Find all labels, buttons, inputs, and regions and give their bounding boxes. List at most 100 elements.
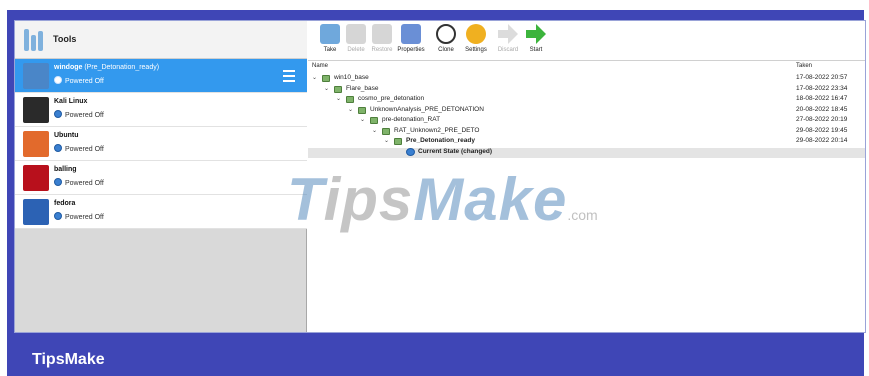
chevron-down-icon[interactable]: ⌄ — [372, 127, 377, 134]
toolbar-button-label: Properties — [397, 47, 425, 53]
snapshot-toolbar: Take Delete Restore Properties Clone Settings… — [308, 21, 865, 61]
vm-item[interactable]: windoge (Pre_Detonation_ready) Powered Of… — [15, 59, 307, 93]
discard-icon — [498, 24, 518, 44]
vm-menu-icon[interactable] — [283, 70, 295, 82]
vm-item[interactable]: Ubuntu Powered Off — [15, 127, 307, 161]
powered-off-icon — [54, 178, 62, 186]
vm-state: Powered Off — [65, 214, 104, 221]
snapshot-name: Flare_base — [346, 84, 379, 92]
start-button[interactable]: Start — [518, 24, 554, 53]
vm-state-line: Powered Off — [54, 76, 104, 85]
delete-snapshot-icon — [346, 24, 366, 44]
snapshot-row[interactable]: ⌄ win10_base 17-08-2022 20:57 — [308, 74, 865, 84]
snapshot-row[interactable]: ⌄ UnknownAnalysis_PRE_DETONATION 20-08-202… — [308, 105, 865, 116]
vm-item[interactable]: fedora Powered Off — [15, 195, 307, 229]
vm-state-line: Powered Off — [54, 212, 104, 221]
snapshot-row[interactable]: ⌄ RAT_Unknown2_PRE_DETO 29-08-2022 19:45 — [308, 126, 865, 137]
vm-name: Ubuntu — [54, 132, 79, 139]
snapshot-name: win10_base — [334, 74, 369, 81]
vm-state-line: Powered Off — [54, 144, 104, 153]
snapshot-taken: 27-08-2022 20:19 — [796, 116, 848, 123]
vm-state: Powered Off — [65, 78, 104, 85]
snapshot-taken: 17-08-2022 20:57 — [796, 74, 848, 81]
snapshot-icon — [334, 85, 342, 93]
vm-name-line: windoge (Pre_Detonation_ready) — [54, 64, 159, 71]
watermark-suffix: .com — [567, 207, 598, 223]
column-header-taken[interactable]: Taken — [796, 63, 812, 69]
snapshot-icon — [382, 127, 390, 135]
snapshot-icon — [370, 117, 378, 124]
windows-10-os-icon — [23, 63, 49, 89]
chevron-down-icon[interactable]: ⌄ — [384, 137, 389, 144]
current-state-icon — [406, 147, 415, 156]
snapshot-taken: 17-08-2022 23:34 — [796, 84, 848, 92]
toolbar-button-label: Settings — [465, 47, 487, 53]
column-header-name[interactable]: Name — [312, 63, 328, 69]
snapshot-taken: 29-08-2022 19:45 — [796, 126, 848, 134]
snapshot-name: cosmo_pre_detonation — [358, 95, 425, 102]
vm-name-line: Ubuntu — [54, 132, 79, 139]
debian-os-icon — [23, 165, 49, 191]
vm-name: fedora — [54, 200, 76, 207]
chevron-down-icon[interactable]: ⌄ — [348, 106, 353, 113]
vm-state-line: Powered Off — [54, 110, 104, 119]
snapshot-icon — [394, 138, 402, 145]
start-arrow-icon — [526, 24, 546, 44]
snapshot-name: UnknownAnalysis_PRE_DETONATION — [370, 105, 484, 113]
snapshot-icon — [346, 96, 354, 103]
vm-name: windoge — [54, 64, 83, 71]
tools-label: Tools — [53, 34, 77, 44]
chevron-down-icon[interactable]: ⌄ — [360, 116, 365, 123]
vm-item[interactable]: Kali Linux Powered Off — [15, 93, 307, 127]
vm-current-snapshot: (Pre_Detonation_ready) — [84, 64, 160, 71]
tools-icon — [23, 27, 47, 53]
snapshot-row[interactable]: ⌄ Pre_Detonation_ready 29-08-2022 20:14 — [308, 137, 865, 147]
vm-name: Kali Linux — [54, 98, 88, 105]
current-state-row[interactable]: Current State (changed) — [308, 147, 865, 158]
snapshot-name: RAT_Unknown2_PRE_DETO — [394, 126, 480, 134]
take-snapshot-icon — [320, 24, 340, 44]
vm-state-line: Powered Off — [54, 178, 104, 187]
powered-off-icon — [54, 144, 62, 152]
properties-button[interactable]: Properties — [393, 24, 429, 53]
powered-off-icon — [54, 110, 62, 118]
snapshot-row[interactable]: ⌄ cosmo_pre_detonation 18-08-2022 16:47 — [308, 95, 865, 105]
clone-icon — [436, 24, 456, 44]
snapshot-row[interactable]: ⌄ Flare_base 17-08-2022 23:34 — [308, 84, 865, 95]
chevron-down-icon[interactable]: ⌄ — [336, 95, 341, 102]
vm-name-line: Kali Linux — [54, 98, 87, 105]
vm-state: Powered Off — [65, 180, 104, 187]
linux-os-icon — [23, 97, 49, 123]
gear-icon — [466, 24, 486, 44]
snapshot-taken: 18-08-2022 16:47 — [796, 95, 848, 102]
snapshot-icon — [358, 106, 366, 114]
fedora-os-icon — [23, 199, 49, 225]
snapshot-name: pre-detonation_RAT — [382, 116, 441, 123]
vm-name: balling — [54, 166, 77, 173]
ubuntu-os-icon — [23, 131, 49, 157]
toolbar-button-label: Start — [529, 47, 543, 53]
powered-off-icon — [54, 76, 62, 84]
footer-brand: TipsMake — [32, 351, 105, 368]
watermark-text: TipsMake — [287, 166, 568, 233]
restore-snapshot-icon — [372, 24, 392, 44]
vm-item[interactable]: balling Powered Off — [15, 161, 307, 195]
snapshot-icon — [322, 75, 330, 82]
chevron-down-icon[interactable]: ⌄ — [312, 74, 317, 81]
vm-name-line: balling — [54, 166, 77, 173]
snapshot-taken: 20-08-2022 18:45 — [796, 105, 848, 113]
powered-off-icon — [54, 212, 62, 220]
settings-button[interactable]: Settings — [458, 24, 494, 53]
chevron-down-icon[interactable]: ⌄ — [324, 85, 329, 92]
vm-state: Powered Off — [65, 112, 104, 119]
tools-item[interactable]: Tools — [15, 21, 307, 59]
vm-sidebar: Tools windoge (Pre_Detonation_ready) Powe… — [15, 21, 307, 332]
watermark: TipsMake.com — [287, 165, 598, 234]
snapshot-name: Current State (changed) — [418, 147, 493, 155]
properties-icon — [401, 24, 421, 44]
snapshot-row[interactable]: ⌄ pre-detonation_RAT 27-08-2022 20:19 — [308, 116, 865, 126]
vm-name-line: fedora — [54, 200, 75, 207]
vm-state: Powered Off — [65, 146, 104, 153]
snapshot-name: Pre_Detonation_ready — [406, 137, 475, 144]
snapshot-taken: 29-08-2022 20:14 — [796, 137, 848, 144]
